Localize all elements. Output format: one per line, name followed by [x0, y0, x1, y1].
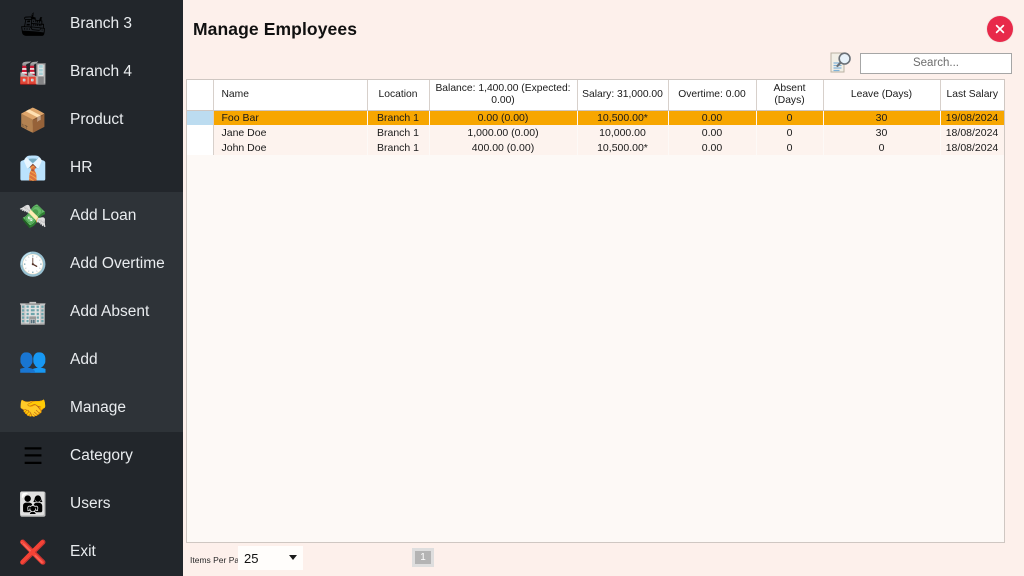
sidebar-item-users[interactable]: 👨‍👩‍👧 Users — [0, 480, 183, 528]
sidebar-item-hr[interactable]: 👔 HR — [0, 144, 183, 192]
hr-desk-icon: 👔 — [18, 154, 48, 181]
sidebar-item-add[interactable]: 👥 Add — [0, 336, 183, 384]
cell-balance: 0.00 (0.00) — [429, 110, 577, 126]
sidebar-item-category[interactable]: ☰ Category — [0, 432, 183, 480]
add-person-icon: 👥 — [18, 346, 48, 373]
sidebar-group-1: 💸 Add Loan 🕓 Add Overtime 🏢 Add Absent 👥 Add 🤝 Ma… — [0, 192, 183, 432]
cell-overtime: 0.00 — [701, 141, 723, 154]
column-header-name[interactable]: Name — [213, 80, 368, 111]
sidebar-item-label: Product — [70, 111, 124, 128]
page-title: Manage Employees — [193, 19, 358, 39]
items-per-page-value: 25 — [244, 550, 259, 566]
row-selector-cell[interactable] — [187, 110, 214, 126]
sidebar-item-label: Manage — [70, 399, 127, 416]
close-window-button[interactable] — [987, 16, 1013, 42]
table-body: Foo Bar Branch 1 0.00 (0.00) 10,500.00* 0.00… — [187, 110, 1004, 156]
application-window: 🛳 Branch 3 🏭 Branch 4 📦 Product 👔 HR 💸 Add Loan 🕓 A… — [0, 0, 1024, 576]
column-header-leave[interactable]: Leave (Days) — [823, 80, 941, 111]
search-bar — [830, 50, 1012, 76]
factory-crane-icon: 🏭 — [18, 58, 48, 85]
cell-last_salary: 19/08/2024 — [940, 110, 1004, 126]
cell-salary: 10,500.00* — [577, 110, 668, 126]
cell-overtime: 0.00 — [668, 110, 756, 126]
clock-icon: 🕓 — [18, 250, 48, 277]
network-money-icon: 💸 — [18, 202, 48, 229]
cell-salary: 10,000.00 — [599, 126, 646, 139]
sidebar-item-exit[interactable]: ❌ Exit — [0, 528, 183, 576]
sidebar-item-label: Category — [70, 447, 133, 464]
sidebar-group-2: ☰ Category 👨‍👩‍👧 Users ❌ Exit — [0, 432, 183, 576]
table-header-row: Name Location Balance: 1,400.00 (Expected:… — [187, 80, 1004, 111]
cell-absent: 0 — [786, 141, 793, 154]
sidebar-item-label: Add Absent — [70, 303, 150, 320]
table-row[interactable]: Foo Bar Branch 1 0.00 (0.00) 10,500.00* 0.00… — [187, 110, 1004, 126]
cell-leave: 30 — [823, 110, 940, 126]
column-header-overtime[interactable]: Overtime: 0.00 — [668, 80, 757, 111]
sidebar-item-label: Add — [70, 351, 98, 368]
cell-name: John Doe — [221, 141, 267, 154]
table-footer: Items Per Page 25 1 — [183, 543, 1024, 576]
cell-salary: 10,500.00* — [597, 141, 648, 154]
manage-people-icon: 🤝 — [18, 394, 48, 421]
page-1-button[interactable]: 1 — [412, 548, 434, 567]
sidebar-item-add-absent[interactable]: 🏢 Add Absent — [0, 288, 183, 336]
cell-balance: 400.00 (0.00) — [471, 141, 535, 154]
exit-close-icon: ❌ — [18, 538, 48, 565]
main-content: Manage Employees Search... Name Location… — [183, 0, 1024, 576]
column-header-sel[interactable] — [187, 80, 214, 111]
cell-balance: 1,000.00 (0.00) — [467, 126, 539, 139]
sidebar-item-manage[interactable]: 🤝 Manage — [0, 384, 183, 432]
sidebar-item-label: Exit — [70, 543, 96, 560]
cell-name: Foo Bar — [213, 110, 367, 126]
table-row[interactable]: Jane Doe Branch 1 1,000.00 (0.00) 10,000.00… — [187, 125, 1004, 141]
cell-location: Branch 1 — [376, 141, 420, 154]
employees-table-container[interactable]: Name Location Balance: 1,400.00 (Expected:… — [186, 79, 1005, 543]
items-per-page-select[interactable]: 25 — [238, 546, 303, 570]
cell-overtime: 0.00 — [701, 126, 723, 139]
cell-last_salary: 18/08/2024 — [945, 126, 999, 139]
column-header-salary[interactable]: Salary: 31,000.00 — [577, 80, 669, 111]
cell-leave: 30 — [875, 126, 888, 139]
row-selector-cell[interactable] — [187, 140, 214, 156]
page-number-label: 1 — [420, 552, 426, 563]
cell-leave: 0 — [878, 141, 885, 154]
ship-location-icon: 🛳 — [18, 10, 48, 37]
column-header-balance[interactable]: Balance: 1,400.00 (Expected: 0.00) — [429, 80, 578, 111]
sidebar-navigation: 🛳 Branch 3 🏭 Branch 4 📦 Product 👔 HR 💸 Add Loan 🕓 A… — [0, 0, 183, 576]
column-header-last_salary[interactable]: Last Salary — [940, 80, 1004, 111]
cell-location: Branch 1 — [376, 126, 420, 139]
sidebar-item-label: Users — [70, 495, 111, 512]
sidebar-item-label: Add Overtime — [70, 255, 165, 272]
chevron-down-icon — [289, 555, 297, 560]
sidebar-item-add-loan[interactable]: 💸 Add Loan — [0, 192, 183, 240]
absent-building-icon: 🏢 — [18, 298, 48, 325]
cell-absent: 0 — [786, 126, 793, 139]
close-icon — [995, 24, 1005, 34]
column-header-location[interactable]: Location — [367, 80, 430, 111]
sidebar-item-branch-3[interactable]: 🛳 Branch 3 — [0, 0, 183, 48]
sidebar-item-branch-4[interactable]: 🏭 Branch 4 — [0, 48, 183, 96]
users-icon: 👨‍👩‍👧 — [18, 490, 48, 517]
sidebar-item-product[interactable]: 📦 Product — [0, 96, 183, 144]
cell-last_salary: 18/08/2024 — [945, 141, 999, 154]
employees-table: Name Location Balance: 1,400.00 (Expected:… — [187, 80, 1004, 156]
sidebar-item-label: Branch 4 — [70, 63, 133, 80]
cell-absent: 0 — [756, 110, 823, 126]
boxes-icon: 📦 — [18, 106, 48, 133]
document-search-icon[interactable] — [830, 50, 854, 76]
sidebar-item-label: Branch 3 — [70, 15, 133, 32]
cell-name: Jane Doe — [221, 126, 267, 139]
row-selector-cell[interactable] — [187, 125, 214, 141]
column-header-absent[interactable]: Absent (Days) — [756, 80, 824, 111]
cell-location: Branch 1 — [367, 110, 429, 126]
sidebar-group-0: 🛳 Branch 3 🏭 Branch 4 📦 Product 👔 HR — [0, 0, 183, 192]
sidebar-item-label: HR — [70, 159, 93, 176]
sidebar-item-label: Add Loan — [70, 207, 137, 224]
list-icon: ☰ — [22, 442, 44, 469]
sidebar-item-add-overtime[interactable]: 🕓 Add Overtime — [0, 240, 183, 288]
table-row[interactable]: John Doe Branch 1 400.00 (0.00) 10,500.00* 0… — [187, 140, 1004, 156]
search-input[interactable] — [860, 52, 1012, 74]
